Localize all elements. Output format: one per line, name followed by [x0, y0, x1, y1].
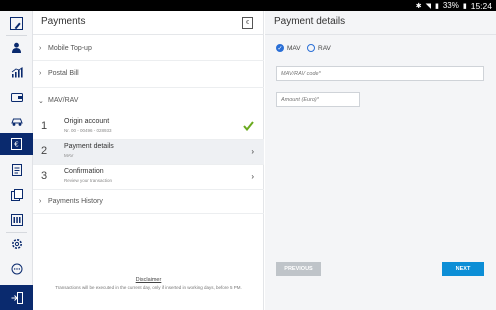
payment-details-header: Payment details — [265, 11, 496, 35]
receipt-icon[interactable]: € — [242, 17, 253, 29]
section-label: Mobile Top-up — [48, 45, 92, 52]
cards-nav[interactable] — [0, 184, 33, 206]
amount-field[interactable] — [276, 92, 360, 107]
radio-rav[interactable]: RAV — [307, 44, 331, 52]
step-title: Payment details — [64, 143, 114, 150]
wallet-nav[interactable] — [0, 86, 33, 108]
document-icon — [11, 164, 22, 176]
chat-icon — [11, 263, 22, 275]
previous-button[interactable]: PREVIOUS — [276, 262, 321, 276]
step-title: Confirmation — [64, 168, 104, 175]
section-payments-history[interactable]: › Payments History — [33, 190, 264, 214]
step-number: 3 — [41, 170, 48, 182]
disclaimer-link[interactable]: Disclaimer — [33, 277, 264, 283]
section-label: Payments History — [48, 198, 103, 205]
step-number: 2 — [41, 145, 48, 157]
documents-nav[interactable] — [0, 159, 33, 181]
mav-rav-code-field[interactable] — [276, 66, 484, 81]
chevron-right-icon: › — [39, 45, 42, 52]
chat-nav[interactable] — [0, 258, 33, 280]
chevron-right-icon: › — [39, 70, 42, 77]
payments-nav[interactable]: € — [0, 133, 33, 155]
logout-nav[interactable] — [0, 285, 33, 310]
section-mobile-topup[interactable]: › Mobile Top-up — [33, 36, 264, 61]
radio-label: RAV — [318, 44, 331, 52]
page-title: Payments — [41, 16, 86, 27]
step-number: 1 — [41, 120, 48, 132]
wifi-icon: ◥ — [425, 2, 431, 10]
payments-panel: Payments € › Mobile Top-up › Postal Bill… — [33, 11, 264, 310]
chevron-right-icon: › — [251, 147, 254, 156]
clock: 15:24 — [470, 0, 492, 11]
radio-checked-icon: ✓ — [276, 44, 284, 52]
chevron-right-icon: › — [251, 172, 254, 181]
cards-icon — [10, 189, 23, 201]
bank-building-icon — [10, 214, 23, 226]
investments-nav[interactable] — [0, 61, 33, 83]
radio-unchecked-icon — [307, 44, 315, 52]
signal-icon: ▮ — [434, 2, 439, 10]
section-postal-bill[interactable]: › Postal Bill — [33, 61, 264, 88]
panel-title: Payment details — [274, 16, 346, 27]
gear-icon — [11, 239, 22, 249]
section-label: Postal Bill — [48, 70, 79, 77]
person-icon — [12, 42, 21, 53]
profile-nav[interactable] — [0, 36, 33, 58]
step-subtitle: MAV — [64, 153, 74, 158]
battery-icon: ▮ — [462, 2, 467, 10]
transfers-nav[interactable] — [0, 110, 33, 132]
payments-header: Payments € — [33, 11, 264, 35]
side-rail: € — [0, 11, 33, 310]
svg-text:€: € — [14, 141, 18, 149]
step-subtitle: Nr. 00 - 00496 - 028933 — [64, 128, 112, 133]
logout-icon — [11, 291, 23, 304]
car-icon — [10, 118, 23, 126]
battery-level: 33% — [442, 1, 459, 10]
bank-nav[interactable] — [0, 209, 33, 231]
chevron-right-icon: › — [39, 198, 42, 205]
wallet-icon — [10, 93, 23, 102]
step-confirmation[interactable]: 3 Confirmation Review your transaction › — [33, 165, 264, 190]
bluetooth-icon: ✱ — [415, 2, 422, 10]
disclaimer-text: Transactions will be executed in the cur… — [55, 285, 242, 290]
checkmark-icon — [243, 121, 254, 131]
status-bar: ✱ ◥ ▮ 33% ▮ 15:24 — [0, 0, 496, 11]
step-payment-details[interactable]: 2 Payment details MAV › — [33, 140, 264, 165]
settings-nav[interactable] — [0, 233, 33, 255]
payment-details-panel: Payment details ✓ MAV RAV PREVIOUS NEXT — [265, 11, 496, 310]
section-mav-rav[interactable]: ⌄ MAV/RAV — [33, 88, 264, 117]
radio-mav[interactable]: ✓ MAV — [276, 44, 301, 52]
bank-logo — [10, 17, 23, 30]
radio-label: MAV — [287, 44, 301, 52]
step-origin-account[interactable]: 1 Origin account Nr. 00 - 00496 - 028933 — [33, 115, 264, 140]
chevron-down-icon: ⌄ — [38, 98, 44, 105]
step-subtitle: Review your transaction — [64, 178, 113, 183]
chart-icon — [11, 66, 23, 77]
next-button[interactable]: NEXT — [442, 262, 484, 276]
step-title: Origin account — [64, 118, 110, 125]
euro-bill-icon: € — [11, 138, 22, 150]
section-label: MAV/RAV — [48, 97, 79, 104]
